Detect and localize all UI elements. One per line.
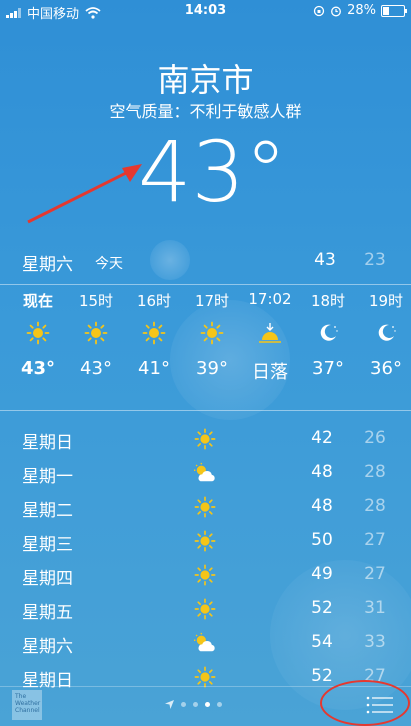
sun-icon — [67, 314, 125, 352]
sun-icon — [190, 426, 220, 452]
daily-low: 27 — [364, 530, 386, 550]
divider — [0, 284, 411, 285]
today-high: 43 — [314, 250, 336, 270]
daily-day: 星期四 — [22, 569, 73, 589]
hourly-item: 17:02 日落 — [241, 290, 299, 384]
daily-row: 星期二 48 28 — [22, 496, 392, 526]
air-quality-text: 空气质量：不利于敏感人群 — [109, 102, 302, 121]
hourly-value: 36° — [370, 358, 402, 379]
daily-low: 31 — [364, 598, 386, 618]
today-row: 星期六 今天 43 23 — [22, 250, 392, 275]
hourly-value: 41° — [138, 358, 170, 379]
hourly-time: 16时 — [136, 292, 172, 310]
daily-high: 52 — [311, 666, 333, 686]
today-tag: 今天 — [95, 256, 123, 272]
hourly-item: 19时 36° — [357, 290, 411, 379]
sun-icon — [190, 596, 220, 622]
moon-icon — [299, 314, 357, 352]
daily-high: 48 — [311, 496, 333, 516]
hourly-time: 现在 — [22, 292, 53, 310]
hourly-time: 19时 — [368, 292, 404, 310]
daily-day: 星期一 — [22, 467, 73, 487]
daily-day: 星期三 — [22, 535, 73, 555]
hourly-value: 43° — [20, 358, 56, 379]
hourly-item: 15时 43° — [67, 290, 125, 379]
daily-day: 星期五 — [22, 603, 73, 623]
daily-high: 52 — [311, 598, 333, 618]
hourly-item: 18时 37° — [299, 290, 357, 379]
hourly-value: 37° — [312, 358, 344, 379]
daily-low: 28 — [364, 496, 386, 516]
page-dot[interactable] — [205, 702, 210, 707]
orientation-lock-icon — [313, 5, 325, 16]
daily-high: 48 — [311, 462, 333, 482]
hourly-time: 18时 — [310, 292, 346, 310]
daily-low: 28 — [364, 462, 386, 482]
daily-high: 50 — [311, 530, 333, 550]
partly-cloudy-icon — [190, 630, 220, 656]
current-temperature: 43° — [138, 123, 287, 221]
sun-icon — [9, 314, 67, 352]
daily-row: 星期三 50 27 — [22, 530, 392, 560]
daily-row: 星期日 42 26 — [22, 428, 392, 458]
sun-icon — [190, 562, 220, 588]
divider — [0, 410, 411, 411]
status-bar: 中国移动 14:03 28% — [0, 0, 411, 22]
sun-icon — [190, 494, 220, 520]
city-name: 南京市 — [157, 61, 254, 99]
daily-high: 54 — [311, 632, 333, 652]
alarm-icon — [331, 6, 342, 16]
page-dot[interactable] — [193, 702, 198, 707]
hourly-item: 17时 39° — [183, 290, 241, 379]
page-indicator[interactable] — [165, 700, 222, 709]
today-low: 23 — [364, 250, 386, 270]
sunset-icon — [241, 314, 299, 352]
hourly-item: 现在 43° — [9, 290, 67, 379]
daily-low: 26 — [364, 428, 386, 448]
daily-high: 49 — [311, 564, 333, 584]
hourly-time: 17时 — [194, 292, 230, 310]
daily-low: 33 — [364, 632, 386, 652]
page-dot[interactable] — [217, 702, 222, 707]
hourly-value: 43° — [80, 358, 112, 379]
partly-cloudy-icon — [190, 460, 220, 486]
sun-icon — [125, 314, 183, 352]
today-day: 星期六 — [22, 255, 73, 275]
annotation-arrow-icon — [27, 164, 142, 224]
daily-high: 42 — [311, 428, 333, 448]
daily-day: 星期六 — [22, 637, 73, 657]
hourly-value: 39° — [196, 358, 228, 379]
daily-row: 星期五 52 31 — [22, 598, 392, 628]
battery-icon — [381, 4, 407, 17]
moon-icon — [357, 314, 411, 352]
hourly-forecast[interactable]: 现在 43° 15时 43° 16时 41° 17时 39° 17:02 日落 18时 37° 19时 3… — [0, 290, 411, 410]
battery-percent: 28% — [347, 3, 376, 18]
hourly-value: 日落 — [252, 362, 288, 383]
daily-day: 星期二 — [22, 501, 73, 521]
daily-low: 27 — [364, 564, 386, 584]
hourly-time: 17:02 — [248, 290, 292, 308]
daily-row: 星期四 49 27 — [22, 564, 392, 594]
sun-icon — [183, 314, 241, 352]
location-arrow-icon — [165, 700, 174, 709]
weather-channel-logo[interactable]: The Weather Channel — [12, 690, 42, 720]
hourly-item: 16时 41° — [125, 290, 183, 379]
daily-row: 星期一 48 28 — [22, 462, 392, 492]
hourly-time: 15时 — [78, 292, 114, 310]
daily-day: 星期日 — [22, 433, 73, 453]
sun-icon — [190, 528, 220, 554]
page-dot[interactable] — [181, 702, 186, 707]
annotation-circle — [320, 680, 410, 726]
daily-row: 星期六 54 33 — [22, 632, 392, 662]
